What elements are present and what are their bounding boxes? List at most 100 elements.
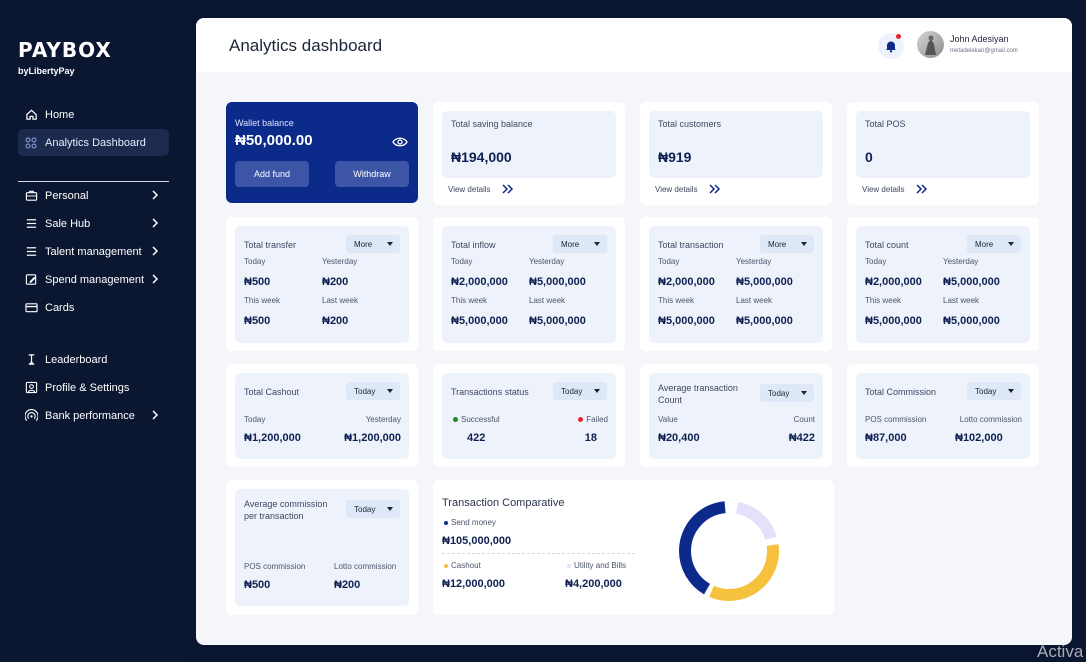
dropdown-label: More (768, 239, 787, 249)
chevron-right-icon (152, 246, 159, 256)
summary-value: 0 (865, 149, 873, 165)
dropdown-label: More (561, 239, 580, 249)
withdraw-button[interactable]: Withdraw (335, 161, 409, 187)
sidebar-item-profile-settings[interactable]: Profile & Settings (18, 374, 169, 401)
card-transaction-comparative: Transaction Comparative Send money ₦105,… (433, 480, 834, 615)
dropdown-label: More (354, 239, 373, 249)
period-dropdown[interactable]: Today (760, 384, 814, 402)
yellow-dot-icon (444, 563, 448, 568)
summary-card-pos: Total POS 0 View details (847, 102, 1039, 205)
chevron-right-icon (152, 410, 159, 420)
right-value: ₦1,200,000 (344, 432, 401, 444)
brand-logo[interactable]: PAYBOX (18, 38, 112, 62)
card-title: Average commission per transaction (244, 499, 328, 521)
left-value: ₦87,000 (865, 432, 907, 444)
double-chevron-icon[interactable] (709, 184, 721, 194)
right-label: Lotto commission (959, 415, 1022, 424)
caret-down-icon (594, 389, 600, 393)
sidebar-item-spend-management[interactable]: Spend management (18, 266, 169, 293)
left-label: Value (658, 415, 678, 424)
wallet-balance: ₦50,000.00 (235, 132, 313, 149)
period-dropdown[interactable]: Today (346, 382, 400, 400)
bills-legend: Utility and Bills (567, 561, 626, 570)
sidebar-item-analytics-dashboard[interactable]: Analytics Dashboard (18, 129, 169, 156)
yesterday-value: ₦5,000,000 (736, 276, 793, 288)
user-name[interactable]: John Adesiyan (950, 34, 1009, 44)
card-total-cashout: Total Cashout Today Today Yesterday ₦1,2… (226, 364, 418, 467)
grid-icon (24, 136, 38, 150)
summary-value: ₦194,000 (451, 149, 512, 165)
donut-chart (679, 501, 779, 601)
last-week-value: ₦200 (322, 315, 349, 327)
period-dropdown[interactable]: Today (346, 500, 400, 518)
week-value: ₦5,000,000 (658, 315, 715, 327)
caret-down-icon (1008, 389, 1014, 393)
avatar[interactable] (917, 31, 944, 58)
yesterday-label: Yesterday (943, 257, 979, 266)
yesterday-label: Yesterday (322, 257, 358, 266)
bell-icon (886, 41, 896, 53)
eye-icon[interactable] (392, 136, 408, 148)
sidebar-item-talent-management[interactable]: Talent management (18, 238, 169, 265)
add-fund-button[interactable]: Add fund (235, 161, 309, 187)
more-dropdown[interactable]: More (760, 235, 814, 253)
view-details-link[interactable]: View details (655, 185, 698, 194)
week-value: ₦5,000,000 (451, 315, 508, 327)
yesterday-value: ₦5,000,000 (943, 276, 1000, 288)
notification-dot (896, 34, 901, 39)
lavender-dot-icon (567, 563, 571, 568)
dropdown-label: Today (354, 504, 376, 514)
more-dropdown[interactable]: More (967, 235, 1021, 253)
sidebar-item-leaderboard[interactable]: Leaderboard (18, 346, 169, 373)
summary-card-customers: Total customers ₦919 View details (640, 102, 832, 205)
caret-down-icon (387, 507, 393, 511)
dropdown-label: Today (768, 388, 790, 398)
dropdown-label: Today (561, 386, 583, 396)
last-week-value: ₦5,000,000 (529, 315, 586, 327)
left-label: Successful (461, 415, 500, 424)
card-transactions-status: Transactions status Today Successful Fai… (433, 364, 625, 467)
send-money-legend: Send money (444, 518, 496, 527)
view-details-link[interactable]: View details (448, 185, 491, 194)
sidebar-item-cards[interactable]: Cards (18, 294, 169, 321)
top-bar: Analytics dashboard John Adesiyan metade… (196, 18, 1072, 72)
right-value: ₦422 (788, 432, 815, 444)
wallet-card: Wallet balance ₦50,000.00 Add fund Withd… (226, 102, 418, 203)
sidebar: PAYBOX byLibertyPay Home Analytics Dashb… (0, 0, 190, 662)
stat-card-total-transfer: Total transfer More Today Yesterday ₦500… (226, 217, 418, 351)
view-details-link[interactable]: View details (862, 185, 905, 194)
list-icon (24, 245, 38, 259)
caret-down-icon (387, 242, 393, 246)
more-dropdown[interactable]: More (553, 235, 607, 253)
right-value: ₦102,000 (955, 432, 1003, 444)
left-label: POS commission (244, 562, 306, 571)
sidebar-item-label: Personal (45, 189, 89, 202)
bills-label: Utility and Bills (574, 561, 627, 570)
dropdown-label: Today (354, 386, 376, 396)
stat-title: Total transaction (658, 240, 724, 250)
today-label: Today (658, 257, 680, 266)
card-average-commission: Average commission per transaction Today… (226, 480, 418, 615)
caret-down-icon (801, 242, 807, 246)
main-panel: Analytics dashboard John Adesiyan metade… (196, 18, 1072, 645)
failed-legend: Failed (578, 415, 608, 424)
user-email: metadelekan@gmail.com (950, 48, 1018, 54)
right-label: Yesterday (365, 415, 401, 424)
right-label: Count (793, 415, 815, 424)
sidebar-item-personal[interactable]: Personal (18, 182, 169, 209)
summary-label: Total POS (865, 119, 906, 129)
period-dropdown[interactable]: Today (553, 382, 607, 400)
sidebar-item-label: Cards (45, 301, 75, 314)
sidebar-item-home[interactable]: Home (18, 101, 169, 128)
double-chevron-icon[interactable] (502, 184, 514, 194)
caret-down-icon (387, 389, 393, 393)
double-chevron-icon[interactable] (916, 184, 928, 194)
stat-card-total-inflow: Total inflow More Today Yesterday ₦2,000… (433, 217, 625, 351)
week-label: This week (244, 296, 281, 305)
more-dropdown[interactable]: More (346, 235, 400, 253)
trophy-icon (24, 353, 38, 367)
last-week-value: ₦5,000,000 (736, 315, 793, 327)
period-dropdown[interactable]: Today (967, 382, 1021, 400)
sidebar-item-bank-performance[interactable]: Bank performance (18, 402, 169, 429)
sidebar-item-sale-hub[interactable]: Sale Hub (18, 210, 169, 237)
